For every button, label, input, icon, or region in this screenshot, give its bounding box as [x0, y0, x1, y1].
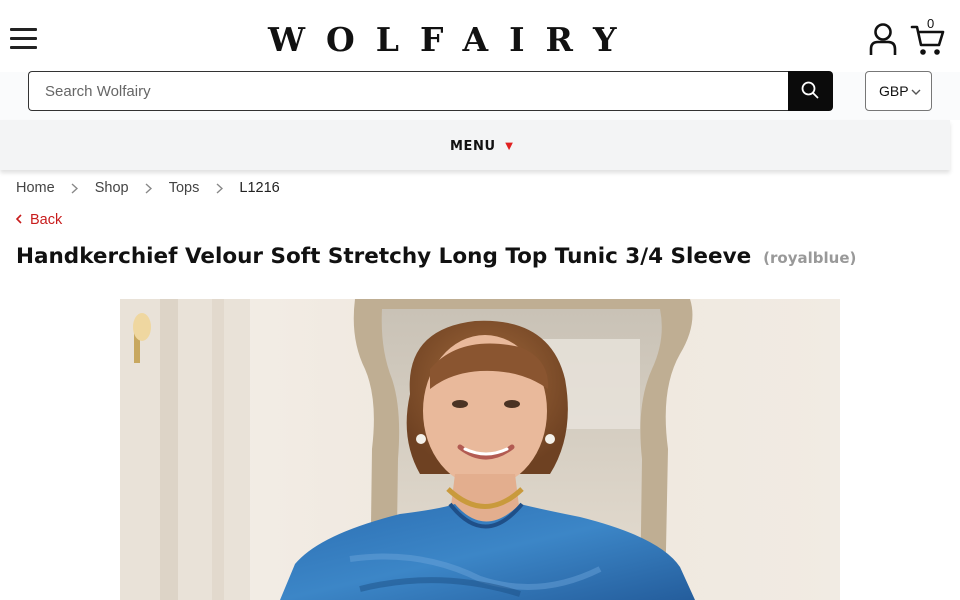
cart-button[interactable]: 0 [910, 14, 950, 58]
chevron-right-icon [133, 180, 165, 196]
product-photo [120, 299, 840, 600]
product-image[interactable] [120, 299, 840, 600]
chevron-right-icon [203, 180, 235, 196]
product-title-row: Handkerchief Velour Soft Stretchy Long T… [16, 244, 856, 276]
menu-bar: MENU ▼ [0, 120, 950, 170]
search-input[interactable] [29, 72, 788, 110]
currency-selected: GBP [879, 83, 909, 99]
menu-label: MENU [450, 139, 496, 154]
hamburger-line [10, 28, 37, 31]
cart-icon [910, 25, 945, 55]
search-button[interactable] [788, 71, 833, 111]
product-variant: (royalblue) [763, 249, 857, 267]
hamburger-line [10, 46, 37, 49]
chevron-right-icon [59, 180, 91, 196]
menu-arrow-icon: ▼ [502, 138, 516, 153]
account-icon[interactable] [868, 22, 898, 56]
chevron-down-icon [911, 89, 921, 95]
chevron-left-icon [15, 214, 22, 224]
back-label: Back [30, 212, 63, 228]
menu-toggle[interactable]: MENU ▼ [450, 137, 516, 155]
search-field[interactable] [28, 71, 788, 111]
breadcrumb-home[interactable]: Home [16, 180, 55, 196]
breadcrumb-current: L1216 [239, 180, 280, 196]
site-logo[interactable]: WOLFAIRY [268, 22, 648, 58]
breadcrumb: Home Shop Tops L1216 [16, 180, 280, 198]
currency-select[interactable]: GBP [865, 71, 932, 111]
breadcrumb-shop[interactable]: Shop [95, 180, 129, 196]
product-title: Handkerchief Velour Soft Stretchy Long T… [16, 244, 752, 269]
site-header: WOLFAIRY 0 [0, 0, 960, 72]
hamburger-menu-icon[interactable] [10, 28, 37, 50]
search-icon [801, 81, 819, 99]
back-link[interactable]: Back [15, 212, 63, 230]
hamburger-line [10, 37, 37, 40]
breadcrumb-tops[interactable]: Tops [169, 180, 200, 196]
